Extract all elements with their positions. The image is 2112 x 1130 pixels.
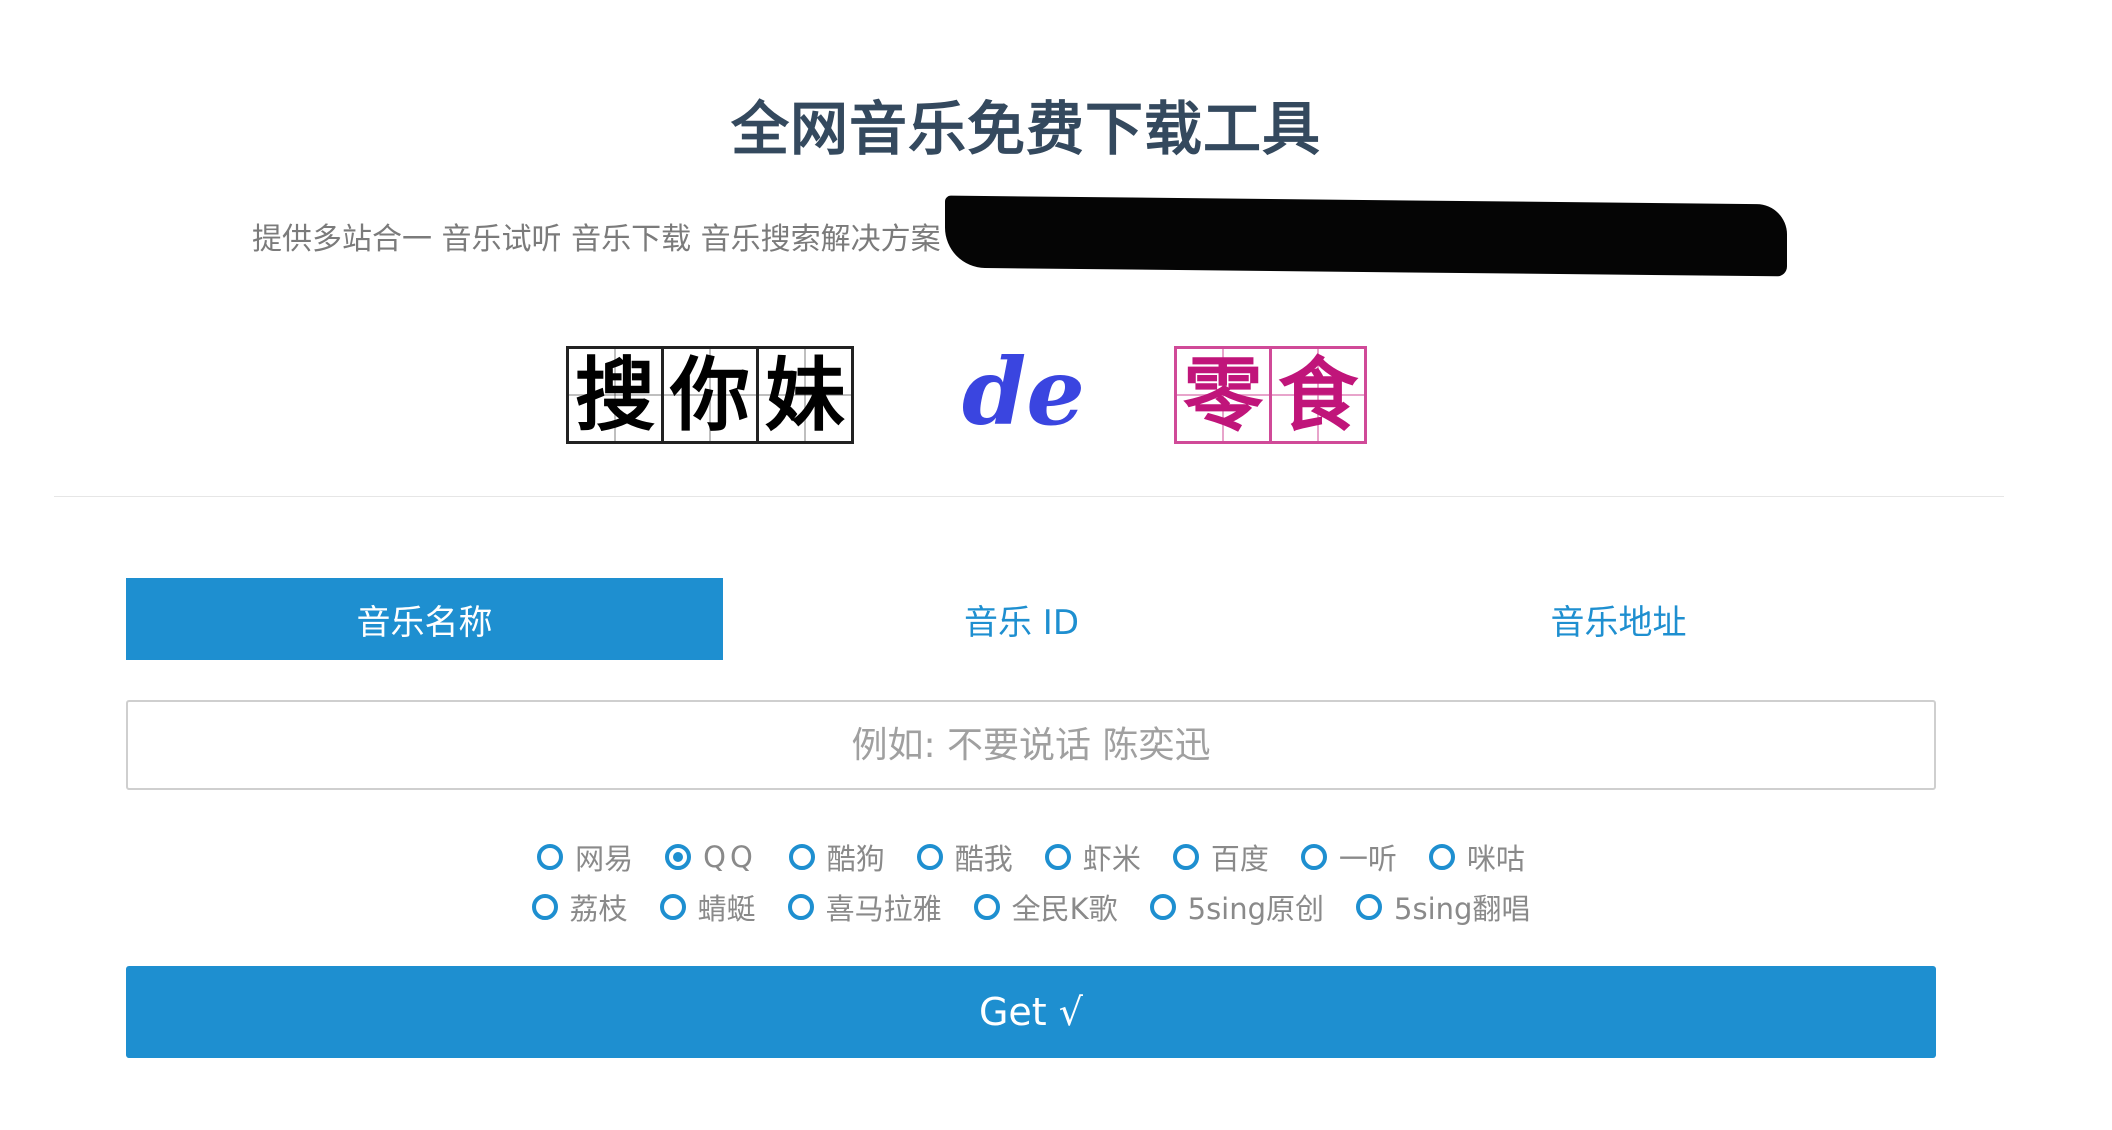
redaction-mark <box>944 195 1787 277</box>
logo-char: 食 <box>1269 346 1367 444</box>
radio-kuwo[interactable]: 酷我 <box>916 836 1013 878</box>
radio-circle[interactable] <box>1428 844 1455 870</box>
search-input[interactable] <box>126 700 1936 790</box>
radio-label: 5sing翻唱 <box>1394 892 1531 926</box>
logo-de: de <box>962 338 1085 446</box>
divider <box>54 496 2004 497</box>
radio-kge[interactable]: 全民K歌 <box>973 886 1118 928</box>
radio-circle-checked[interactable] <box>665 844 692 870</box>
radio-label: 一听 <box>1338 842 1397 876</box>
radio-circle[interactable] <box>973 894 1000 920</box>
radio-lizhi[interactable]: 荔枝 <box>531 886 628 928</box>
radio-label: 虾米 <box>1082 842 1141 876</box>
source-radio-row-2: 荔枝 蜻蜓 喜马拉雅 全民K歌 5sing原创 5sing翻唱 <box>0 886 2062 928</box>
radio-qq[interactable]: QQ <box>665 840 757 874</box>
radio-1ting[interactable]: 一听 <box>1300 836 1397 878</box>
radio-label: 喜马拉雅 <box>825 892 942 926</box>
radio-label: 5sing原创 <box>1187 892 1325 926</box>
radio-circle[interactable] <box>788 844 815 870</box>
logo: 搜 你 妹 de 零 食 <box>0 338 2112 450</box>
tab-music-id[interactable]: 音乐 ID <box>723 578 1320 660</box>
radio-qingting[interactable]: 蜻蜓 <box>659 886 756 928</box>
radio-xiami[interactable]: 虾米 <box>1044 836 1141 878</box>
radio-label: 蜻蜓 <box>697 892 756 926</box>
logo-char: 你 <box>661 346 759 444</box>
radio-circle[interactable] <box>1044 844 1071 870</box>
radio-migu[interactable]: 咪咕 <box>1428 836 1525 878</box>
get-button[interactable]: Get √ <box>126 966 1936 1058</box>
radio-5sing-cover[interactable]: 5sing翻唱 <box>1356 886 1530 928</box>
radio-circle[interactable] <box>659 894 686 920</box>
logo-char: 搜 <box>566 346 664 444</box>
radio-label: 网易 <box>575 842 634 876</box>
radio-label: 荔枝 <box>569 892 628 926</box>
subtitle-row: 提供多站合一 音乐试听 音乐下载 音乐搜索解决方案 <box>252 195 1787 277</box>
radio-label: QQ <box>703 840 757 874</box>
source-radio-row-1: 网易 QQ 酷狗 酷我 虾米 百度 一听 咪咕 <box>0 836 2062 878</box>
search-mode-tabs: 音乐名称 音乐 ID 音乐地址 <box>126 578 1936 660</box>
tab-music-url[interactable]: 音乐地址 <box>1320 578 1917 660</box>
page-title: 全网音乐免费下载工具 <box>730 95 1321 163</box>
logo-part-black: 搜 你 妹 <box>566 346 854 444</box>
radio-circle[interactable] <box>531 894 558 920</box>
page-subtitle: 提供多站合一 音乐试听 音乐下载 音乐搜索解决方案 <box>252 222 941 257</box>
radio-circle[interactable] <box>916 844 943 870</box>
radio-label: 酷我 <box>954 842 1013 876</box>
radio-circle[interactable] <box>1300 844 1327 870</box>
radio-5sing-original[interactable]: 5sing原创 <box>1149 886 1325 928</box>
radio-baidu[interactable]: 百度 <box>1172 836 1269 878</box>
radio-label: 咪咕 <box>1466 842 1525 876</box>
radio-label: 百度 <box>1210 842 1269 876</box>
radio-kugou[interactable]: 酷狗 <box>788 836 885 878</box>
radio-circle[interactable] <box>1356 894 1383 920</box>
radio-label: 酷狗 <box>826 842 885 876</box>
radio-netease[interactable]: 网易 <box>537 836 633 878</box>
radio-ximalaya[interactable]: 喜马拉雅 <box>787 886 942 928</box>
radio-circle[interactable] <box>1172 844 1199 870</box>
tab-music-name[interactable]: 音乐名称 <box>126 578 723 660</box>
page: 全网音乐免费下载工具 提供多站合一 音乐试听 音乐下载 音乐搜索解决方案 搜 你… <box>0 0 2112 1130</box>
radio-circle[interactable] <box>1149 894 1176 920</box>
radio-circle[interactable] <box>537 844 564 870</box>
logo-char: 零 <box>1174 346 1272 444</box>
logo-part-pink: 零 食 <box>1174 346 1367 444</box>
radio-label: 全民K歌 <box>1011 892 1118 926</box>
radio-circle[interactable] <box>787 894 814 920</box>
logo-char: 妹 <box>756 346 854 444</box>
radio-dot <box>673 852 684 862</box>
